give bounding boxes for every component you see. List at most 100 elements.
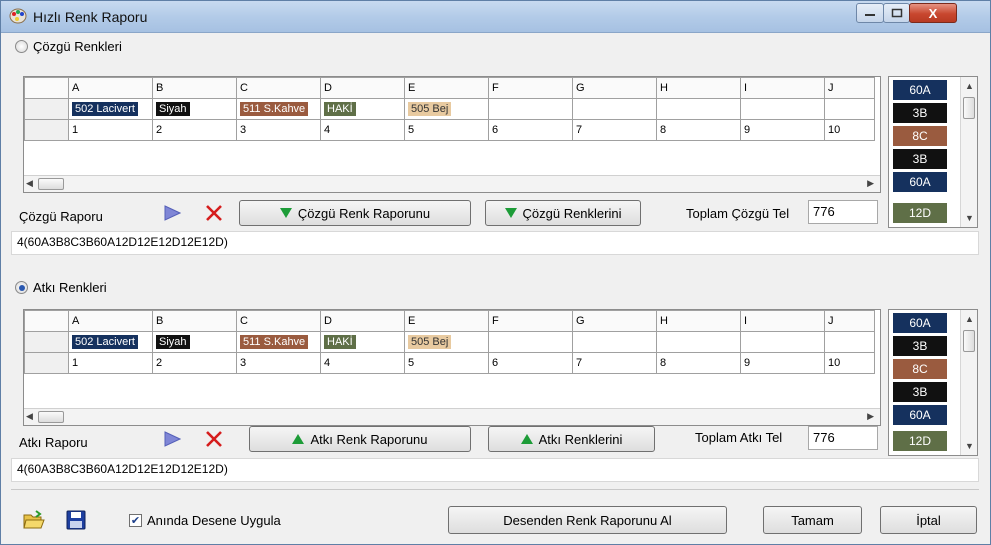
number-cell[interactable]: 2 bbox=[152, 119, 237, 141]
vertical-scrollbar[interactable]: ▲ ▼ bbox=[960, 77, 977, 227]
scroll-right-icon[interactable]: ▶ bbox=[867, 178, 874, 189]
color-cell[interactable] bbox=[740, 331, 825, 353]
color-cell[interactable] bbox=[824, 98, 875, 120]
scroll-right-icon[interactable]: ▶ bbox=[867, 411, 874, 422]
column-header[interactable]: J bbox=[824, 77, 875, 99]
scroll-thumb[interactable] bbox=[38, 178, 64, 190]
column-header[interactable]: A bbox=[68, 310, 153, 332]
number-cell[interactable]: 6 bbox=[488, 352, 573, 374]
number-cell[interactable]: 1 bbox=[68, 119, 153, 141]
warp-colors-button[interactable]: Çözgü Renklerini bbox=[485, 200, 641, 226]
scroll-left-icon[interactable]: ◀ bbox=[26, 411, 33, 422]
delete-button[interactable] bbox=[201, 426, 227, 452]
warp-report-button[interactable]: Çözgü Renk Raporunu bbox=[239, 200, 471, 226]
number-cell[interactable]: 10 bbox=[824, 352, 875, 374]
scroll-left-icon[interactable]: ◀ bbox=[26, 178, 33, 189]
color-cell[interactable] bbox=[572, 98, 657, 120]
column-header[interactable]: G bbox=[572, 310, 657, 332]
vertical-scrollbar[interactable]: ▲ ▼ bbox=[960, 310, 977, 455]
list-item[interactable]: 60A bbox=[893, 172, 947, 192]
color-cell[interactable] bbox=[488, 331, 573, 353]
list-item[interactable]: 60A bbox=[893, 405, 947, 425]
weft-total-field[interactable]: 776 bbox=[808, 426, 878, 450]
number-cell[interactable]: 1 bbox=[68, 352, 153, 374]
number-cell[interactable]: 6 bbox=[488, 119, 573, 141]
scroll-down-icon[interactable]: ▼ bbox=[965, 213, 974, 223]
warp-color-list[interactable]: 60A 3B 8C 3B 60A 12D ▲ ▼ bbox=[888, 76, 978, 228]
column-header[interactable]: H bbox=[656, 77, 741, 99]
weft-formula-field[interactable]: 4(60A3B8C3B60A12D12E12D12E12D) bbox=[11, 458, 979, 482]
color-cell[interactable]: Siyah bbox=[152, 331, 237, 353]
list-item[interactable]: 60A bbox=[893, 313, 947, 333]
list-item[interactable]: 12D bbox=[893, 203, 947, 223]
column-header[interactable]: D bbox=[320, 310, 405, 332]
color-cell[interactable] bbox=[572, 331, 657, 353]
number-cell[interactable]: 8 bbox=[656, 352, 741, 374]
color-cell[interactable]: 505 Bej bbox=[404, 331, 489, 353]
column-header[interactable]: B bbox=[152, 77, 237, 99]
delete-button[interactable] bbox=[201, 200, 227, 226]
row-header[interactable] bbox=[24, 98, 69, 120]
number-cell[interactable]: 3 bbox=[236, 119, 321, 141]
color-cell[interactable]: 505 Bej bbox=[404, 98, 489, 120]
play-button[interactable] bbox=[159, 200, 185, 226]
radio-selected[interactable] bbox=[15, 281, 28, 294]
weft-color-list[interactable]: 60A 3B 8C 3B 60A 12D ▲ ▼ bbox=[888, 309, 978, 456]
color-cell[interactable]: HAKİ bbox=[320, 98, 405, 120]
number-cell[interactable]: 4 bbox=[320, 352, 405, 374]
scroll-thumb[interactable] bbox=[38, 411, 64, 423]
horizontal-scrollbar[interactable]: ◀ ▶ bbox=[24, 408, 880, 425]
weft-color-grid[interactable]: A B C D E F G H I J 502 Lacivert Siyah 5… bbox=[23, 309, 881, 426]
maximize-button[interactable] bbox=[883, 3, 910, 23]
color-cell[interactable]: Siyah bbox=[152, 98, 237, 120]
scroll-thumb[interactable] bbox=[963, 97, 975, 119]
number-cell[interactable]: 3 bbox=[236, 352, 321, 374]
weft-radio[interactable]: Atkı Renkleri bbox=[15, 280, 107, 295]
column-header[interactable]: I bbox=[740, 77, 825, 99]
checkbox-checked[interactable]: ✔ bbox=[129, 514, 142, 527]
scroll-down-icon[interactable]: ▼ bbox=[965, 441, 974, 451]
number-cell[interactable]: 5 bbox=[404, 119, 489, 141]
color-cell[interactable]: 511 S.Kahve bbox=[236, 98, 321, 120]
ok-button[interactable]: Tamam bbox=[763, 506, 862, 534]
number-cell[interactable]: 9 bbox=[740, 352, 825, 374]
number-cell[interactable]: 5 bbox=[404, 352, 489, 374]
get-report-from-pattern-button[interactable]: Desenden Renk Raporunu Al bbox=[448, 506, 727, 534]
row-header[interactable] bbox=[24, 352, 69, 374]
horizontal-scrollbar[interactable]: ◀ ▶ bbox=[24, 175, 880, 192]
number-cell[interactable]: 7 bbox=[572, 352, 657, 374]
color-cell[interactable]: 511 S.Kahve bbox=[236, 331, 321, 353]
column-header[interactable]: C bbox=[236, 77, 321, 99]
list-item[interactable]: 3B bbox=[893, 382, 947, 402]
warp-formula-field[interactable]: 4(60A3B8C3B60A12D12E12D12E12D) bbox=[11, 231, 979, 255]
column-header[interactable]: B bbox=[152, 310, 237, 332]
list-item[interactable]: 12D bbox=[893, 431, 947, 451]
weft-report-button[interactable]: Atkı Renk Raporunu bbox=[249, 426, 471, 452]
list-item[interactable]: 3B bbox=[893, 149, 947, 169]
minimize-button[interactable] bbox=[856, 3, 884, 23]
color-cell[interactable]: 502 Lacivert bbox=[68, 331, 153, 353]
cancel-button[interactable]: İptal bbox=[880, 506, 977, 534]
column-header[interactable]: G bbox=[572, 77, 657, 99]
column-header[interactable]: C bbox=[236, 310, 321, 332]
scroll-up-icon[interactable]: ▲ bbox=[965, 314, 974, 324]
list-item[interactable]: 8C bbox=[893, 126, 947, 146]
column-header[interactable]: F bbox=[488, 310, 573, 332]
row-header[interactable] bbox=[24, 119, 69, 141]
row-header[interactable] bbox=[24, 331, 69, 353]
column-header[interactable]: H bbox=[656, 310, 741, 332]
number-cell[interactable]: 9 bbox=[740, 119, 825, 141]
color-cell[interactable] bbox=[656, 98, 741, 120]
number-cell[interactable]: 7 bbox=[572, 119, 657, 141]
warp-color-grid[interactable]: A B C D E F G H I J 502 Lacivert Siyah 5… bbox=[23, 76, 881, 193]
title-bar[interactable]: Hızlı Renk Raporu X bbox=[1, 1, 990, 33]
scroll-up-icon[interactable]: ▲ bbox=[965, 81, 974, 91]
color-cell[interactable]: HAKİ bbox=[320, 331, 405, 353]
list-item[interactable]: 3B bbox=[893, 103, 947, 123]
radio-unselected[interactable] bbox=[15, 40, 28, 53]
number-cell[interactable]: 4 bbox=[320, 119, 405, 141]
column-header[interactable]: E bbox=[404, 77, 489, 99]
close-button[interactable]: X bbox=[909, 3, 957, 23]
column-header[interactable]: I bbox=[740, 310, 825, 332]
list-item[interactable]: 3B bbox=[893, 336, 947, 356]
